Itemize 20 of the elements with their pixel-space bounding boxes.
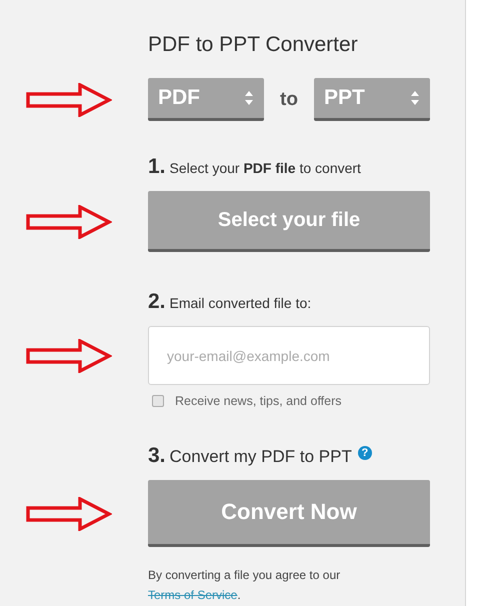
format-select[interactable]: PPT <box>314 78 430 121</box>
step-label: Email converted file to: <box>170 295 312 311</box>
sort-icon <box>410 90 420 106</box>
page-title: PDF to PPT Converter <box>148 32 359 58</box>
step-number: 1. <box>148 155 166 179</box>
separator-label: to <box>280 88 298 110</box>
newsletter-checkbox[interactable] <box>152 395 164 407</box>
terms-notice: By converting a file you agree to our Terms of Service. <box>148 567 342 604</box>
checkbox-label: Receive news, tips, and offers <box>175 394 342 408</box>
sort-icon <box>244 90 254 106</box>
convert-button[interactable]: Convert Now <box>148 480 430 547</box>
email-field[interactable]: your-email@example.com <box>148 326 430 385</box>
help-icon[interactable]: ? <box>358 446 372 460</box>
step-label: Convert my PDF to PPT <box>170 447 352 467</box>
select-file-button[interactable]: Select your file <box>148 191 430 252</box>
terms-link[interactable]: Terms of Service <box>148 588 238 602</box>
step-label: Select your PDF file to convert <box>170 160 361 176</box>
format-select[interactable]: PDF <box>148 78 264 121</box>
step-number: 2. <box>148 290 166 314</box>
step-number: 3. <box>148 444 166 468</box>
